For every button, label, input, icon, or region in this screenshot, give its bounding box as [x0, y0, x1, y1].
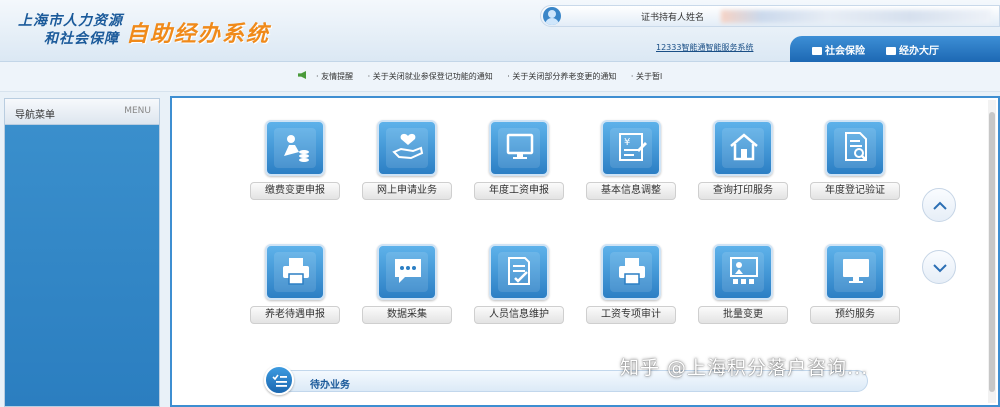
tab-service-hall[interactable]: 经办大厅 [886, 42, 939, 57]
notice-item[interactable]: · 友情提醒 [316, 72, 353, 81]
service-tile-personnel-info[interactable]: 人员信息维护 [474, 244, 564, 334]
scrollbar-thumb[interactable] [989, 112, 995, 392]
user-name-redacted [721, 10, 991, 23]
tile-label: 工资专项审计 [586, 306, 676, 324]
logo-line2: 和社会保障 [44, 31, 119, 47]
monitor-icon [825, 244, 885, 300]
todo-label: 待办业务 [310, 380, 350, 391]
presentation-icon [713, 244, 773, 300]
notice-item[interactable]: · 关于关闭部分养老变更的通知 [507, 72, 616, 81]
tile-label: 预约服务 [810, 306, 900, 324]
service-link[interactable]: 12333智能通智能服务系统 [656, 42, 753, 53]
monitor-icon [489, 120, 549, 176]
user-bar: 证书持有人姓名 [540, 5, 1000, 27]
scroll-down-button[interactable] [922, 250, 956, 284]
tile-label: 查询打印服务 [698, 182, 788, 200]
sidebar-menu-label[interactable]: MENU [124, 106, 151, 116]
printer-icon [601, 244, 661, 300]
service-tile-data-collection[interactable]: 数据采集 [362, 244, 452, 334]
info-edit-icon: ¥ [601, 120, 661, 176]
printer-icon [265, 244, 325, 300]
user-label: 证书持有人姓名 [641, 13, 705, 23]
chat-bubble-icon [377, 244, 437, 300]
hall-icon [886, 47, 896, 55]
service-tile-payment-change[interactable]: 缴费变更申报 [250, 120, 340, 210]
tile-label: 数据采集 [362, 306, 452, 324]
sidebar: 导航菜单 MENU [4, 98, 160, 407]
tab-service-hall-label: 经办大厅 [899, 46, 939, 57]
service-tile-batch-change[interactable]: 批量变更 [698, 244, 788, 334]
speaker-icon [298, 71, 306, 79]
watermark: 知乎 @上海积分落户咨询... [620, 357, 869, 379]
service-tile-appointment[interactable]: 预约服务 [810, 244, 900, 334]
payment-change-icon [265, 120, 325, 176]
chevron-down-icon [933, 264, 947, 273]
chevron-up-icon [933, 201, 947, 210]
social-insurance-icon [812, 47, 822, 55]
tab-social-insurance-label: 社会保险 [825, 46, 865, 57]
service-tile-wage-audit[interactable]: 工资专项审计 [586, 244, 676, 334]
house-icon [713, 120, 773, 176]
document-search-icon [825, 120, 885, 176]
tile-label: 基本信息调整 [586, 182, 676, 200]
service-tile-pension-apply[interactable]: 养老待遇申报 [250, 244, 340, 334]
sidebar-body [5, 125, 159, 406]
service-tile-online-apply[interactable]: 网上申请业务 [362, 120, 452, 210]
user-icon [543, 7, 561, 25]
tab-bar: 社会保险 经办大厅 [790, 36, 1000, 62]
edit-document-icon [489, 244, 549, 300]
tile-label: 年度工资申报 [474, 182, 564, 200]
tile-label: 年度登记验证 [810, 182, 900, 200]
tile-label: 人员信息维护 [474, 306, 564, 324]
notice-item[interactable]: · 关于暂l [631, 72, 662, 81]
tile-label: 网上申请业务 [362, 182, 452, 200]
notice-bar: · 友情提醒 · 关于关闭就业参保登记功能的通知 · 关于关闭部分养老变更的通知… [0, 62, 1000, 92]
service-tile-query-print[interactable]: 查询打印服务 [698, 120, 788, 210]
online-apply-icon [377, 120, 437, 176]
svg-text:¥: ¥ [624, 137, 630, 148]
tile-label: 养老待遇申报 [250, 306, 340, 324]
logo-line1: 上海市人力资源 [18, 13, 123, 29]
sidebar-title: 导航菜单 [15, 110, 55, 121]
tile-label: 缴费变更申报 [250, 182, 340, 200]
todo-list-icon [264, 365, 294, 395]
scroll-up-button[interactable] [922, 188, 956, 222]
sidebar-header: 导航菜单 MENU [5, 99, 159, 125]
tab-social-insurance[interactable]: 社会保险 [812, 42, 865, 57]
service-tile-annual-register[interactable]: 年度登记验证 [810, 120, 900, 210]
service-tile-annual-wage[interactable]: 年度工资申报 [474, 120, 564, 210]
header: 上海市人力资源 和社会保障 自助经办系统 证书持有人姓名 12333智能通智能服… [0, 0, 1000, 62]
notice-item[interactable]: · 关于关闭就业参保登记功能的通知 [368, 72, 493, 81]
system-name: 自助经办系统 [126, 22, 271, 47]
tile-label: 批量变更 [698, 306, 788, 324]
main-panel: 缴费变更申报 网上申请业务 年度工资申报 ¥ 基本信息调整 查询打印服务 年度登… [170, 96, 1000, 407]
notice-list: · 友情提醒 · 关于关闭就业参保登记功能的通知 · 关于关闭部分养老变更的通知… [316, 71, 674, 82]
service-tile-basic-info[interactable]: ¥ 基本信息调整 [586, 120, 676, 210]
